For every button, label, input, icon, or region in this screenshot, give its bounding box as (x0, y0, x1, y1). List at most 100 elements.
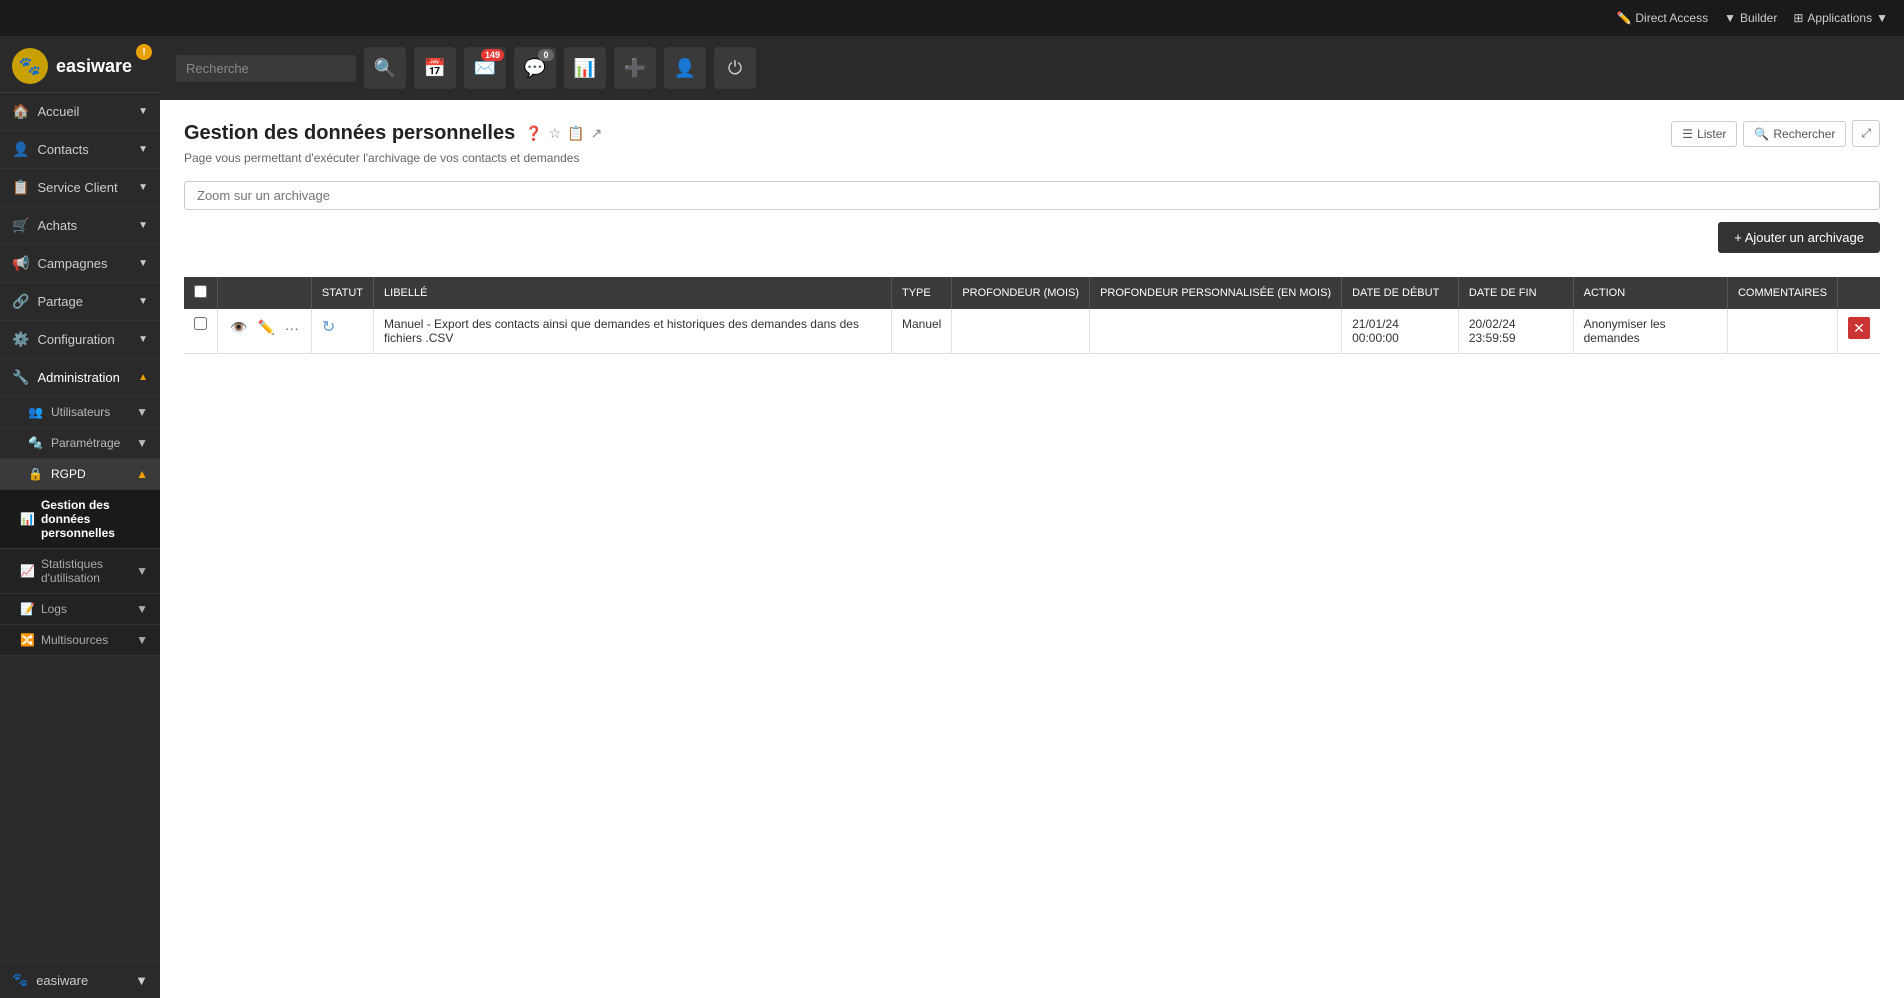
sidebar-item-configuration[interactable]: ⚙️ Configuration ▼ (0, 321, 160, 359)
row-libelle: Manuel - Export des contacts ainsi que d… (374, 309, 892, 354)
sidebar-logo: 🐾 easiware ! (0, 36, 160, 93)
sidebar-item-contacts[interactable]: 👤 Contacts ▼ (0, 131, 160, 169)
more-icon-btn[interactable]: ··· (283, 318, 301, 338)
rgpd-icon: 🔒 (28, 467, 43, 481)
campagnes-icon: 📢 (12, 255, 29, 272)
filter-button[interactable]: 💬 0 (514, 47, 556, 89)
col-action: ACTION (1573, 277, 1727, 309)
row-action: Anonymiser les demandes (1573, 309, 1727, 354)
applications-grid-icon: ⊞ (1793, 11, 1803, 25)
sidebar-item-service-client[interactable]: 📋 Service Client ▼ (0, 169, 160, 207)
edit-icon-btn[interactable]: ✏️ (255, 317, 276, 338)
logs-label: Logs (41, 602, 136, 616)
direct-access-btn[interactable]: ✏️ Direct Access (1616, 11, 1708, 25)
col-libelle: LIBELLÉ (374, 277, 892, 309)
multisources-label: Multisources (41, 633, 136, 647)
multisources-icon: 🔀 (20, 633, 35, 647)
applications-btn[interactable]: ⊞ Applications ▼ (1793, 11, 1888, 25)
row-profondeur (952, 309, 1090, 354)
main-layout: 🐾 easiware ! 🏠 Accueil ▼ 👤 Contacts ▼ 📋 … (0, 36, 1904, 998)
topbar: ✏️ Direct Access ▼ Builder ⊞ Application… (0, 0, 1904, 36)
sidebar-item-statistiques[interactable]: 📈 Statistiques d'utilisation ▼ (0, 549, 160, 594)
delete-row-button[interactable]: ✕ (1848, 317, 1870, 339)
multisources-chevron: ▼ (136, 633, 148, 647)
accueil-icon: 🏠 (12, 103, 29, 120)
view-icon-btn[interactable]: 👁️ (228, 317, 249, 338)
col-type: TYPE (891, 277, 951, 309)
easiware-footer-chevron: ▼ (135, 973, 148, 988)
page-header: Gestion des données personnelles ❓ ☆ 📋 ↗… (184, 120, 1880, 165)
help-icon[interactable]: ❓ (525, 125, 542, 142)
sidebar-item-rgpd[interactable]: 🔒 RGPD ▲ (0, 459, 160, 490)
parametrage-label: Paramétrage (51, 436, 120, 450)
sidebar-item-utilisateurs[interactable]: 👥 Utilisateurs ▼ (0, 397, 160, 428)
applications-label: Applications (1807, 11, 1872, 25)
builder-btn[interactable]: ▼ Builder (1724, 11, 1777, 25)
page-title: Gestion des données personnelles (184, 122, 515, 145)
achats-chevron: ▼ (138, 220, 148, 231)
campagnes-label: Campagnes (37, 256, 107, 271)
row-date-fin: 20/02/24 23:59:59 (1458, 309, 1573, 354)
notification-badge: ! (136, 44, 152, 60)
contacts-chevron: ▼ (138, 144, 148, 155)
gestion-donnees-icon: 📊 (20, 512, 35, 526)
builder-icon: ▼ (1724, 11, 1736, 25)
chart-button[interactable]: 📊 (564, 47, 606, 89)
power-button[interactable]: ⏻ (714, 47, 756, 89)
sidebar-item-multisources[interactable]: 🔀 Multisources ▼ (0, 625, 160, 656)
archivage-table: STATUT LIBELLÉ TYPE PROFONDEUR (MOIS) PR… (184, 277, 1880, 354)
user-button[interactable]: 👤 (664, 47, 706, 89)
search-toolbar-button[interactable]: 🔍 (364, 47, 406, 89)
sidebar-item-accueil[interactable]: 🏠 Accueil ▼ (0, 93, 160, 131)
accueil-chevron: ▼ (138, 106, 148, 117)
expand-button[interactable]: ⤢ (1852, 120, 1880, 147)
utilisateurs-label: Utilisateurs (51, 405, 110, 419)
messages-button[interactable]: ✉️ 149 (464, 47, 506, 89)
configuration-icon: ⚙️ (12, 331, 29, 348)
service-client-chevron: ▼ (138, 182, 148, 193)
gestion-donnees-label: Gestion des données personnelles (41, 498, 148, 540)
list-button-label: Lister (1697, 127, 1726, 141)
header-toolbar: 🔍 📅 ✉️ 149 💬 0 📊 ➕ 👤 ⏻ (160, 36, 1904, 100)
col-date-debut: DATE DE DÉBUT (1342, 277, 1459, 309)
spinner-icon: ↻ (322, 319, 335, 336)
copy-icon[interactable]: 📋 (567, 125, 584, 142)
select-all-checkbox[interactable] (194, 285, 207, 298)
row-checkbox[interactable] (194, 317, 207, 330)
col-commentaires: COMMENTAIRES (1727, 277, 1837, 309)
row-date-debut: 21/01/24 00:00:00 (1342, 309, 1459, 354)
statistiques-label: Statistiques d'utilisation (41, 557, 136, 585)
achats-icon: 🛒 (12, 217, 29, 234)
easiware-footer-icon: 🐾 (12, 972, 28, 988)
list-icon: ☰ (1682, 127, 1693, 141)
administration-label: Administration (37, 370, 119, 385)
partage-icon: 🔗 (12, 293, 29, 310)
rgpd-label: RGPD (51, 467, 86, 481)
share-icon[interactable]: ↗ (591, 125, 603, 142)
add-archivage-label: + Ajouter un archivage (1734, 230, 1864, 245)
sidebar-item-parametrage[interactable]: 🔩 Paramétrage ▼ (0, 428, 160, 459)
list-view-button[interactable]: ☰ Lister (1671, 121, 1737, 147)
col-actions (218, 277, 312, 309)
sidebar-item-achats[interactable]: 🛒 Achats ▼ (0, 207, 160, 245)
col-statut: STATUT (311, 277, 373, 309)
search-input[interactable] (176, 55, 356, 82)
sidebar-item-administration[interactable]: 🔧 Administration ▲ (0, 359, 160, 397)
zoom-filter-input[interactable] (184, 181, 1880, 210)
sidebar-item-partage[interactable]: 🔗 Partage ▼ (0, 283, 160, 321)
sidebar-item-campagnes[interactable]: 📢 Campagnes ▼ (0, 245, 160, 283)
accueil-label: Accueil (37, 104, 79, 119)
add-button[interactable]: ➕ (614, 47, 656, 89)
sidebar-item-gestion-donnees[interactable]: 📊 Gestion des données personnelles (0, 490, 160, 549)
add-archivage-button[interactable]: + Ajouter un archivage (1718, 222, 1880, 253)
star-icon[interactable]: ☆ (549, 125, 562, 142)
contacts-icon: 👤 (12, 141, 29, 158)
search-view-icon: 🔍 (1754, 127, 1769, 141)
sidebar-footer-easiware[interactable]: 🐾 easiware ▼ (0, 961, 160, 998)
utilisateurs-icon: 👥 (28, 405, 43, 419)
sidebar-item-logs[interactable]: 📝 Logs ▼ (0, 594, 160, 625)
calendar-button[interactable]: 📅 (414, 47, 456, 89)
sidebar: 🐾 easiware ! 🏠 Accueil ▼ 👤 Contacts ▼ 📋 … (0, 36, 160, 998)
search-view-button[interactable]: 🔍 Rechercher (1743, 121, 1846, 147)
expand-icon: ⤢ (1861, 126, 1871, 140)
